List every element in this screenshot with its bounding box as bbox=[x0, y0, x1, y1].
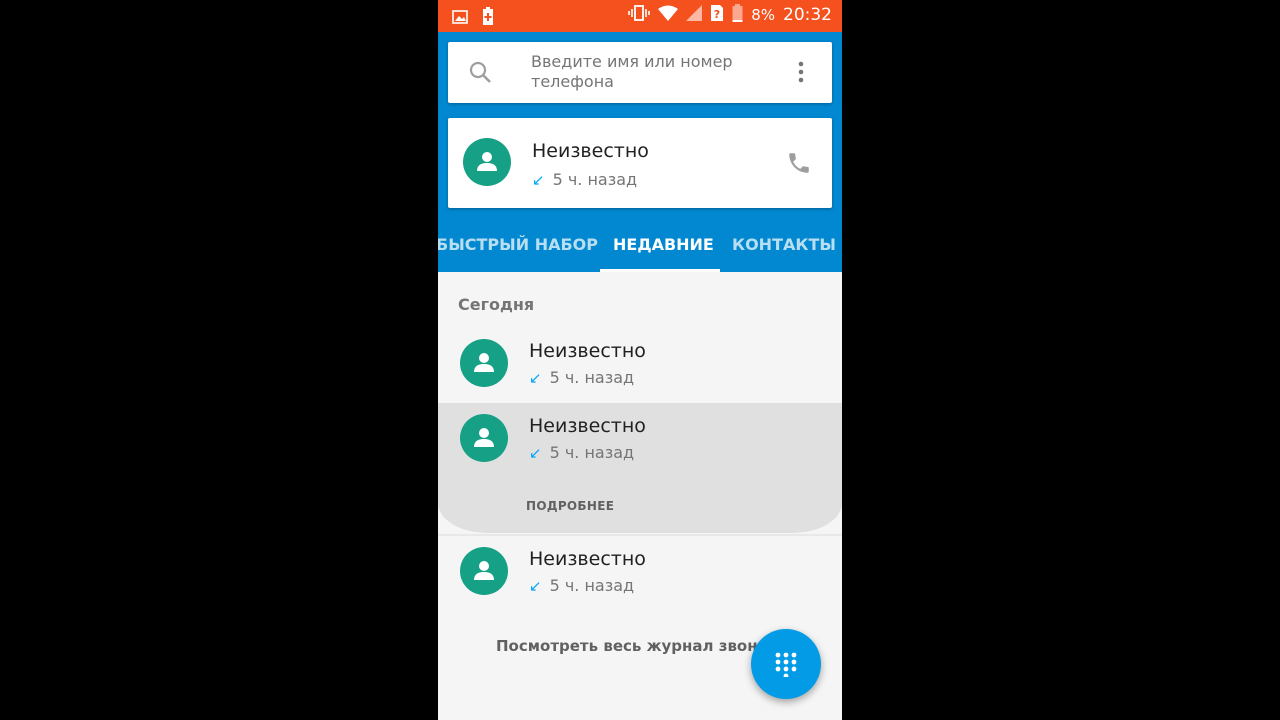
person-icon bbox=[474, 561, 494, 580]
tab-speed-dial[interactable]: БЫСТРЫЙ НАБОР bbox=[438, 235, 598, 254]
wifi-icon bbox=[658, 5, 679, 25]
avatar[interactable] bbox=[460, 414, 508, 462]
dialer-screen: ? 8% 20:32 Введите имя или номер телефон… bbox=[438, 0, 842, 720]
call-time: ↙ 5 ч. назад bbox=[529, 576, 634, 595]
avatar[interactable] bbox=[460, 547, 508, 595]
incoming-call-icon: ↙ bbox=[529, 576, 542, 595]
caller-name: Неизвестно bbox=[529, 548, 646, 570]
dialpad-button[interactable] bbox=[751, 629, 821, 699]
person-icon bbox=[474, 353, 494, 372]
view-full-call-log-link[interactable]: Посмотреть весь журнал звон bbox=[496, 637, 758, 655]
avatar bbox=[463, 138, 511, 186]
call-time-text: 5 ч. назад bbox=[549, 576, 635, 595]
more-options-icon[interactable] bbox=[798, 61, 804, 87]
search-box[interactable]: Введите имя или номер телефона bbox=[448, 42, 832, 103]
call-time: ↙ 5 ч. назад bbox=[529, 368, 634, 387]
person-icon bbox=[477, 152, 497, 171]
search-input[interactable]: Введите имя или номер телефона bbox=[531, 52, 771, 92]
details-button[interactable]: ПОДРОБНЕЕ bbox=[526, 499, 614, 513]
call-log-item[interactable]: Неизвестно ↙ 5 ч. назад bbox=[438, 328, 842, 403]
status-bar: ? 8% 20:32 bbox=[438, 0, 842, 32]
tab-recent[interactable]: НЕДАВНИЕ bbox=[613, 235, 714, 254]
call-time-text: 5 ч. назад bbox=[549, 443, 635, 462]
call-log-item[interactable]: Неизвестно ↙ 5 ч. назад bbox=[438, 403, 842, 478]
dialpad-icon bbox=[775, 652, 797, 677]
svg-text:?: ? bbox=[714, 8, 720, 21]
incoming-call-icon: ↙ bbox=[532, 170, 545, 189]
call-time: ↙ 5 ч. назад bbox=[529, 443, 634, 462]
incoming-call-icon: ↙ bbox=[529, 443, 542, 462]
caller-name: Неизвестно bbox=[529, 340, 646, 362]
avatar[interactable] bbox=[460, 339, 508, 387]
section-title-today: Сегодня bbox=[458, 295, 535, 314]
call-time-text: 5 ч. назад bbox=[549, 368, 635, 387]
tab-contacts[interactable]: КОНТАКТЫ bbox=[732, 235, 836, 254]
battery-percent: 8% bbox=[751, 6, 775, 24]
person-icon bbox=[474, 428, 494, 447]
vibrate-icon bbox=[628, 4, 651, 26]
image-icon bbox=[452, 9, 468, 28]
battery-saver-icon bbox=[482, 6, 494, 30]
tab-bar: БЫСТРЫЙ НАБОР НЕДАВНИЕ КОНТАКТЫ bbox=[438, 227, 842, 272]
no-sim-icon: ? bbox=[710, 4, 724, 26]
caller-name: Неизвестно bbox=[532, 140, 649, 162]
incoming-call-icon: ↙ bbox=[529, 368, 542, 387]
recent-call-card[interactable]: Неизвестно ↙ 5 ч. назад bbox=[448, 118, 832, 208]
battery-icon bbox=[732, 4, 743, 26]
clock: 20:32 bbox=[783, 5, 832, 25]
call-time: ↙ 5 ч. назад bbox=[532, 170, 637, 189]
tab-indicator bbox=[600, 269, 720, 272]
call-time-text: 5 ч. назад bbox=[552, 170, 638, 189]
call-log-item-expanded[interactable]: Неизвестно ↙ 5 ч. назад ПОДРОБНЕЕ bbox=[438, 403, 842, 533]
signal-icon bbox=[686, 5, 703, 25]
call-icon[interactable] bbox=[786, 150, 812, 180]
app-header: Введите имя или номер телефона Неизвестн… bbox=[438, 32, 842, 272]
search-icon[interactable] bbox=[468, 60, 492, 88]
call-log-item[interactable]: Неизвестно ↙ 5 ч. назад bbox=[438, 536, 842, 611]
caller-name: Неизвестно bbox=[529, 415, 646, 437]
